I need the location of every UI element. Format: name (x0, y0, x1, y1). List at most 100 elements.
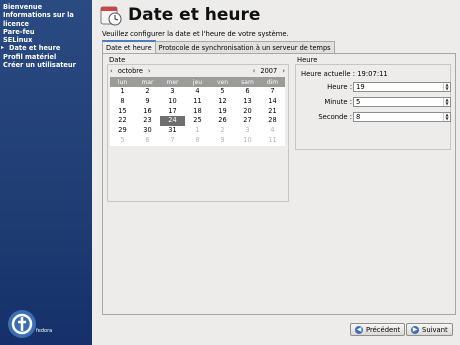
calendar-day[interactable]: 2 (135, 87, 160, 97)
weekday-header: mer (166, 78, 179, 86)
second-label: Seconde : (318, 113, 352, 121)
tab-date-heure[interactable]: Date et heure (102, 40, 156, 53)
hour-down-icon[interactable]: ▼ (444, 87, 450, 91)
back-button[interactable]: ◀ Précédent (350, 323, 406, 336)
calendar-month: octobre (117, 67, 143, 75)
hour-row: Heure : (297, 83, 352, 91)
calendar-day[interactable]: 8 (185, 136, 210, 146)
hour-spinbox[interactable]: 19 ▲ ▼ (353, 82, 451, 92)
sidebar-item-pare-feu: Pare-feu (3, 27, 35, 36)
sidebar-item-date-heure: Date et heure (0, 44, 92, 53)
weekday-header: mar (141, 78, 154, 86)
sidebar-item-selinux: SELinux (3, 36, 33, 45)
page-title: Date et heure (128, 5, 261, 25)
calendar-day[interactable]: 6 (135, 136, 160, 146)
sidebar-steps-list: Bienvenue Informations sur la licence Pa… (0, 0, 92, 69)
calendar-day[interactable]: 5 (110, 136, 135, 146)
calendar-day[interactable]: 8 (110, 97, 135, 107)
second-down-icon[interactable]: ▼ (444, 117, 450, 121)
calendar-day[interactable]: 24 (160, 116, 185, 127)
sidebar-item-profil-materiel: Profil matériel (3, 52, 57, 61)
calendar-grid: 1 2 3 4 5 6 7 8 9 10 11 12 13 14 15 16 17 18 19 20 21 22 23 24 2… (110, 87, 285, 146)
prev-month-icon[interactable]: ‹ (110, 67, 113, 75)
arrow-right-icon: ▶ (411, 325, 419, 334)
calendar-day[interactable]: 17 (160, 107, 185, 117)
calendar-day[interactable]: 4 (260, 126, 285, 136)
sidebar-item-licence: Informations sur la licence (3, 11, 74, 28)
current-time-value: 19:07:11 (357, 70, 388, 78)
calendar-day[interactable]: 28 (260, 116, 285, 126)
calendar-day[interactable]: 27 (235, 116, 260, 126)
weekday-header: lun (117, 78, 128, 86)
calendar-day[interactable]: 15 (110, 107, 135, 117)
calendar-day[interactable]: 1 (110, 87, 135, 97)
calendar-day[interactable]: 14 (260, 97, 285, 107)
minute-spinbox[interactable]: 5 ▲ ▼ (353, 97, 451, 107)
calendar-day[interactable]: 19 (210, 107, 235, 117)
weekday-header: dim (266, 78, 279, 86)
calendar-day[interactable]: 21 (260, 107, 285, 117)
calendar-day[interactable]: 10 (235, 136, 260, 146)
calendar-weekdays: lun mar mer jeu ven sam dim (110, 77, 285, 87)
calendar-day[interactable]: 9 (210, 136, 235, 146)
calendar-day[interactable]: 13 (235, 97, 260, 107)
next-month-icon[interactable]: › (148, 67, 151, 75)
back-button-label: Précédent (366, 325, 401, 334)
current-time-row: Heure actuelle : 19:07:11 (301, 70, 388, 78)
calendar-day[interactable]: 5 (210, 87, 235, 97)
calendar-day[interactable]: 3 (235, 126, 260, 136)
main-area: Date et heure Veuillez configurer la dat… (92, 0, 460, 345)
sidebar-item-bienvenue: Bienvenue (3, 3, 43, 11)
next-button[interactable]: ▶ Suivant (406, 323, 453, 336)
calendar-day[interactable]: 6 (235, 87, 260, 97)
calendar-day[interactable]: 11 (185, 97, 210, 107)
weekday-header: ven (216, 78, 229, 86)
calendar-day[interactable]: 4 (185, 87, 210, 97)
calendar-day[interactable]: 3 (160, 87, 185, 97)
time-frame: Heure Heure actuelle : 19:07:11 Heure : … (295, 56, 451, 150)
page-header: Date et heure (100, 2, 260, 28)
calendar-day[interactable]: 11 (260, 136, 285, 146)
calendar-day[interactable]: 2 (210, 126, 235, 136)
next-year-icon[interactable]: › (282, 67, 285, 75)
calendar-year: 2007 (260, 67, 278, 75)
calendar-day[interactable]: 23 (135, 116, 160, 126)
second-value: 8 (356, 113, 361, 121)
date-frame: Date ‹ octobre › ‹ 2007 › lun mar mer jeu ve… (107, 56, 289, 202)
calendar-day[interactable]: 7 (260, 87, 285, 97)
calendar-day[interactable]: 20 (235, 107, 260, 117)
hour-label: Heure : (327, 83, 352, 91)
calendar-day[interactable]: 29 (110, 126, 135, 136)
calendar-day[interactable]: 9 (135, 97, 160, 107)
calendar-day[interactable]: 22 (110, 116, 135, 126)
arrow-left-icon: ◀ (355, 325, 363, 334)
tab-ntp[interactable]: Protocole de synchronisation à un serveu… (154, 41, 335, 53)
minute-row: Minute : (297, 98, 352, 106)
calendar-day[interactable]: 18 (185, 107, 210, 117)
calendar-header: ‹ octobre › ‹ 2007 › (110, 66, 285, 76)
weekday-header: sam (241, 78, 254, 86)
current-time-label: Heure actuelle : (301, 70, 356, 78)
time-frame-label: Heure (297, 56, 318, 64)
calendar-day[interactable]: 25 (185, 116, 210, 126)
page-subtitle: Veuillez configurer la date et l'heure d… (102, 30, 289, 38)
calendar-day[interactable]: 16 (135, 107, 160, 117)
weekday-header: jeu (192, 78, 203, 86)
clock-calendar-icon (100, 6, 122, 26)
second-row: Seconde : (297, 113, 352, 121)
calendar-day[interactable]: 26 (210, 116, 235, 126)
second-spinbox[interactable]: 8 ▲ ▼ (353, 112, 451, 122)
hour-value: 19 (356, 83, 365, 91)
calendar-day[interactable]: 10 (160, 97, 185, 107)
prev-year-icon[interactable]: ‹ (253, 67, 256, 75)
minute-down-icon[interactable]: ▼ (444, 102, 450, 106)
calendar-day[interactable]: 1 (185, 126, 210, 136)
calendar: ‹ octobre › ‹ 2007 › lun mar mer jeu ven sam d… (110, 66, 285, 146)
date-frame-label: Date (109, 56, 126, 64)
next-button-label: Suivant (422, 325, 448, 334)
calendar-day[interactable]: 30 (135, 126, 160, 136)
minute-value: 5 (356, 98, 361, 106)
calendar-day[interactable]: 7 (160, 136, 185, 146)
calendar-day[interactable]: 31 (160, 126, 185, 136)
calendar-day[interactable]: 12 (210, 97, 235, 107)
